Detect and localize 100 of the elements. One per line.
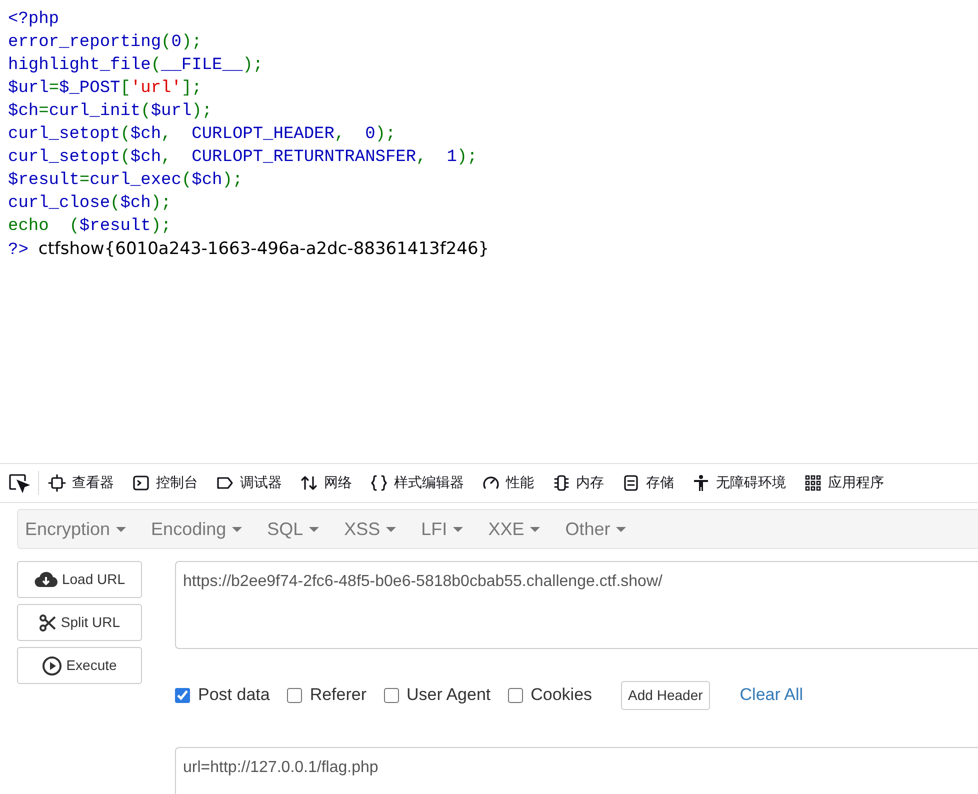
devtools-tab[interactable]: 调试器	[207, 464, 291, 502]
console-icon	[132, 474, 150, 492]
code-token: (	[120, 125, 130, 144]
code-token: $result	[79, 217, 151, 236]
devtools-tab[interactable]: 应用程序	[795, 464, 893, 502]
code-token: 'url'	[130, 79, 182, 98]
code-token: (	[120, 148, 130, 167]
caret-icon	[232, 526, 242, 532]
tag-shape-icon	[216, 474, 234, 492]
code-token: );	[150, 217, 172, 236]
code-token: (	[140, 102, 151, 121]
code-token: ,	[416, 148, 428, 167]
code-token: (	[110, 194, 120, 213]
code-token: ?>	[8, 241, 28, 260]
code-token: );	[375, 125, 396, 144]
code-token: 0	[171, 33, 182, 52]
code-token: ,	[161, 148, 172, 167]
dropdown-menu-button[interactable]: SQL	[267, 516, 332, 542]
code-token: __FILE__	[161, 56, 243, 75]
output-text: ctfshow{6010a243-1663-496a-a2dc-88361413f246}	[38, 239, 490, 259]
code-token: (	[181, 171, 192, 190]
dropdown-menu-button[interactable]: XSS	[344, 516, 408, 542]
code-token: =	[79, 171, 90, 190]
chip-icon	[552, 474, 570, 492]
code-token: );	[242, 56, 264, 75]
code-token: curl_init	[48, 102, 141, 121]
braces-icon	[370, 474, 388, 492]
code-token: (	[150, 56, 162, 75]
devtools-tab[interactable]: 性能	[473, 464, 543, 502]
code-token: $_POST	[59, 79, 120, 98]
code-token: $ch	[8, 102, 39, 121]
checkbox-label[interactable]: Referer	[310, 682, 367, 708]
devtools-tab[interactable]: 无障碍环境	[683, 464, 795, 502]
dropdown-menu-button[interactable]: Other	[565, 516, 638, 542]
play-icon	[42, 656, 62, 676]
code-token: ,	[334, 125, 346, 144]
code-token: );	[192, 102, 212, 121]
load-url-button[interactable]: Load URL	[17, 561, 142, 598]
code-token: $ch	[130, 148, 162, 167]
code-token: curl_setopt	[8, 125, 120, 144]
caret-icon	[616, 526, 626, 532]
post-data-field[interactable]: url=http://127.0.0.1/flag.php	[175, 747, 978, 794]
code-token: =	[48, 79, 60, 98]
code-token: CURLOPT_RETURNTRANSFER	[192, 148, 416, 167]
devtools-tab[interactable]: 查看器	[39, 464, 123, 502]
caret-icon	[453, 526, 464, 532]
code-token: CURLOPT_HEADER	[192, 125, 334, 144]
checkbox[interactable]	[508, 688, 523, 702]
grid-icon	[804, 474, 822, 492]
devtools-tab[interactable]: 内存	[543, 464, 613, 502]
code-token: ];	[181, 79, 202, 98]
checkbox-label[interactable]: Cookies	[530, 682, 592, 708]
devtools-tab[interactable]: 存储	[613, 464, 683, 502]
checkbox-label[interactable]: Post data	[198, 682, 270, 708]
code-token: error_reporting	[8, 33, 162, 52]
url-field[interactable]: https://b2ee9f74-2fc6-48f5-b0e6-5818b0cbab55.challenge.ctf.show/	[175, 561, 978, 649]
code-token: $ch	[130, 125, 162, 144]
dropdown-menu-button[interactable]: Encoding	[151, 516, 254, 542]
checkbox-label[interactable]: User Agent	[406, 682, 491, 708]
person-icon	[692, 474, 710, 492]
caret-icon	[116, 526, 126, 532]
storage-icon	[622, 474, 640, 492]
caret-icon	[530, 526, 540, 532]
checkbox[interactable]	[286, 688, 302, 702]
scissors-icon	[38, 614, 57, 632]
code-token: [	[120, 79, 130, 98]
devtools-tab[interactable]: 控制台	[123, 464, 207, 502]
code-token: );	[222, 171, 243, 190]
code-token: 1	[446, 148, 457, 167]
code-token: ,	[161, 125, 172, 144]
checkbox[interactable]	[175, 688, 190, 702]
code-token: echo (	[8, 217, 80, 236]
code-token: );	[150, 194, 172, 213]
code-token: 0	[365, 125, 376, 144]
code-token: $ch	[120, 194, 151, 213]
inspector-icon	[48, 474, 66, 492]
caret-icon	[386, 526, 396, 532]
code-token: $result	[8, 171, 80, 190]
add-header-button[interactable]: Add Header	[621, 680, 710, 710]
code-token: );	[181, 33, 202, 52]
split-url-button[interactable]: Split URL	[17, 604, 142, 641]
dropdown-menu-button[interactable]: LFI	[421, 516, 476, 542]
dropdown-menu-button[interactable]: XXE	[488, 516, 552, 542]
code-token: $url	[150, 102, 192, 121]
code-token: (	[161, 33, 172, 52]
devtools-tab[interactable]: 样式编辑器	[361, 464, 473, 502]
code-token: <?php	[8, 10, 60, 29]
code-token: curl_exec	[90, 171, 182, 190]
code-token: $url	[8, 79, 49, 98]
arrows-icon	[300, 474, 318, 492]
code-token: highlight_file	[8, 56, 151, 75]
checkbox[interactable]	[384, 688, 399, 702]
cloud-download-icon	[34, 570, 58, 588]
code-token: );	[456, 148, 478, 167]
code-token: =	[38, 102, 49, 121]
element-picker-button[interactable]	[6, 471, 39, 495]
devtools-tab[interactable]: 网络	[291, 464, 361, 502]
dropdown-menu-button[interactable]: Encryption	[25, 516, 138, 542]
clear-all-link[interactable]: Clear All	[740, 682, 804, 708]
execute-button[interactable]: Execute	[17, 647, 142, 684]
